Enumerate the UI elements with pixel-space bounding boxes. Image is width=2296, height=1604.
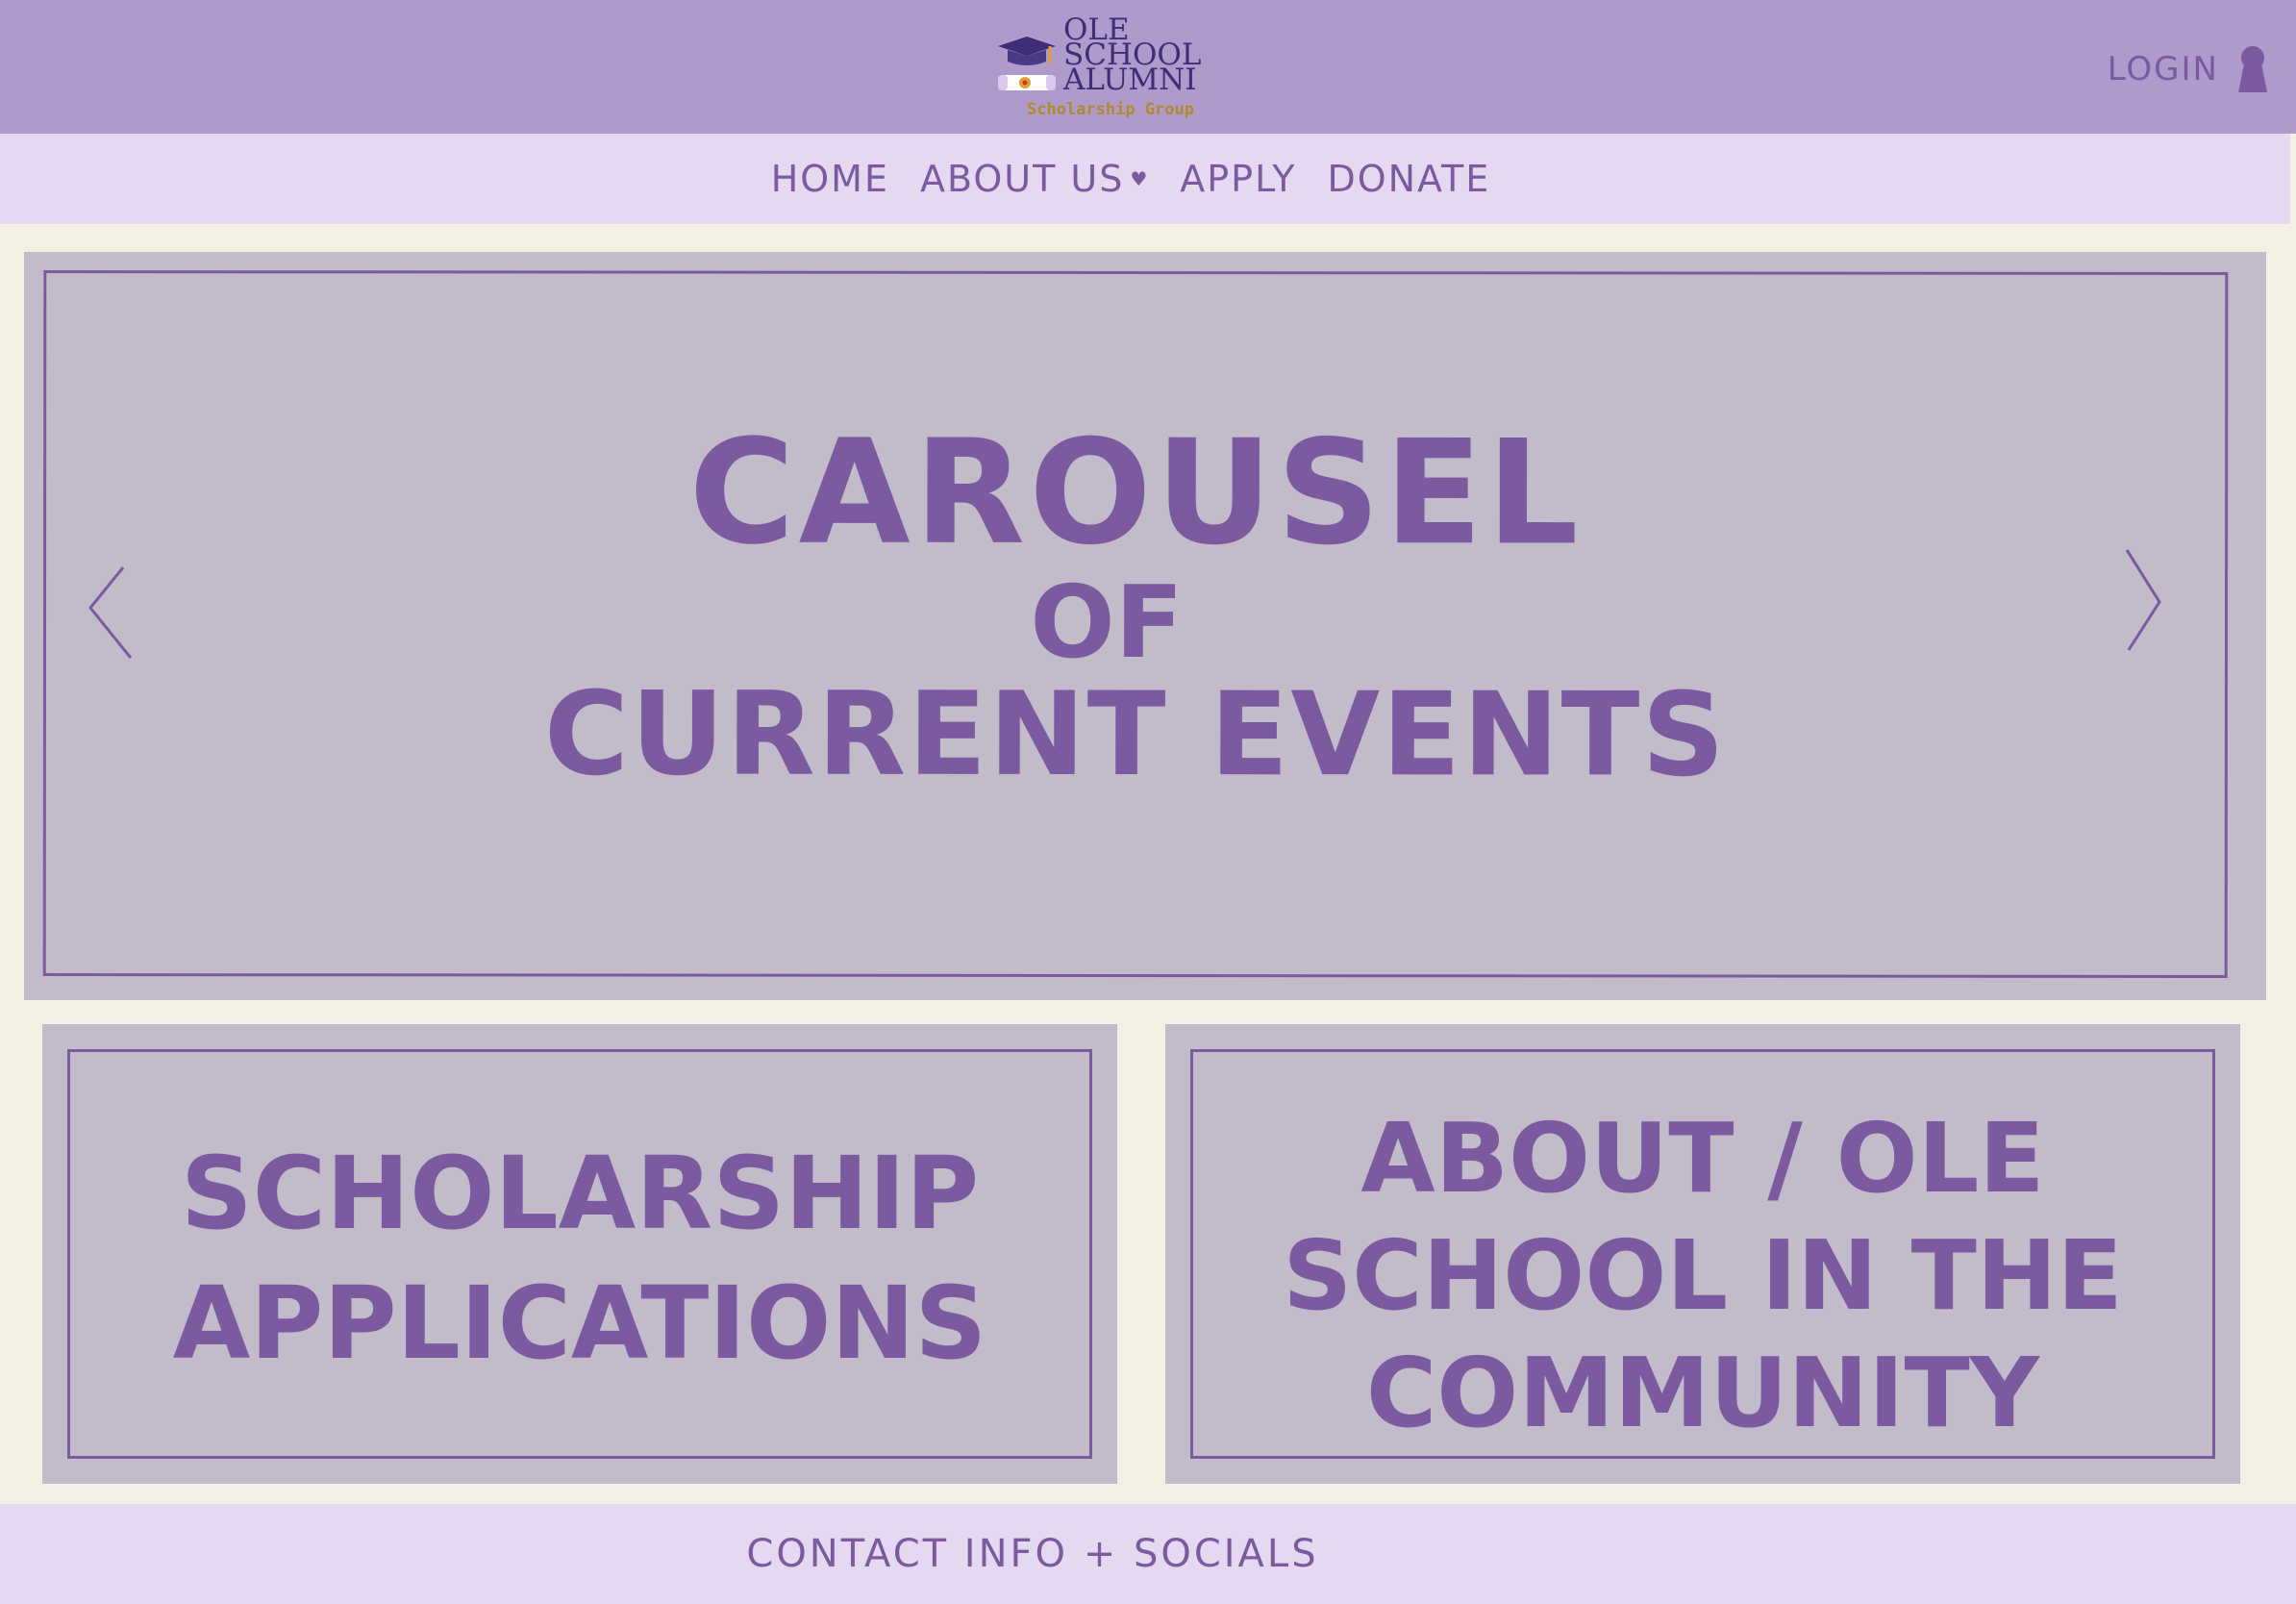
carousel-line-1: CAROUSEL — [688, 409, 1583, 578]
main-nav: HOME ABOUT US ♥ APPLY DONATE — [0, 134, 2290, 224]
logo-subtitle: Scholarship Group — [1027, 100, 1194, 119]
footer-contact-socials[interactable]: CONTACT INFO + SOCIALS — [746, 1532, 1318, 1576]
carousel-line-3: CURRENT EVENTS — [543, 667, 1727, 803]
site-footer: CONTACT INFO + SOCIALS — [0, 1504, 2296, 1604]
card-frame: SCHOLARSHIP APPLICATIONS — [67, 1049, 1092, 1459]
graduation-cap-diploma-icon — [998, 37, 1056, 90]
card-line-2: APPLICATIONS — [172, 1265, 987, 1383]
keyhole-icon — [2238, 46, 2267, 92]
card-frame: ABOUT / OLE SCHOOL IN THE COMMUNITY — [1190, 1049, 2215, 1459]
carousel-line-2: OF — [1030, 563, 1184, 681]
chevron-right-icon[interactable] — [2109, 546, 2167, 652]
scholarship-applications-card[interactable]: SCHOLARSHIP APPLICATIONS — [42, 1024, 1117, 1484]
carousel-title: CAROUSEL OF CURRENT EVENTS — [46, 409, 2225, 803]
card-line-1: ABOUT / OLE — [1360, 1102, 2045, 1215]
card-line-3: COMMUNITY — [1365, 1337, 2040, 1449]
site-header: OLE SCHOOL ALUMNI Scholarship Group LOGI… — [0, 0, 2296, 134]
nav-apply[interactable]: APPLY — [1180, 158, 1296, 200]
about-community-card[interactable]: ABOUT / OLE SCHOOL IN THE COMMUNITY — [1165, 1024, 2240, 1484]
chevron-left-icon[interactable] — [85, 562, 142, 667]
nav-about-us[interactable]: ABOUT US ♥ — [920, 158, 1149, 200]
nav-about-us-label: ABOUT US — [919, 158, 1125, 200]
carousel-frame: CAROUSEL OF CURRENT EVENTS — [42, 270, 2229, 978]
logo-line-3: ALUMNI — [1063, 63, 1197, 97]
card-line-2: SCHOOL IN THE — [1283, 1219, 2123, 1332]
events-carousel[interactable]: CAROUSEL OF CURRENT EVENTS — [24, 252, 2266, 1000]
card-title: ABOUT / OLE SCHOOL IN THE COMMUNITY — [1193, 1100, 2212, 1452]
nav-donate[interactable]: DONATE — [1327, 158, 1490, 200]
site-logo[interactable]: OLE SCHOOL ALUMNI Scholarship Group — [994, 15, 1215, 123]
nav-donate-label: DONATE — [1327, 158, 1491, 200]
nav-home-label: HOME — [770, 158, 889, 200]
card-title: SCHOLARSHIP APPLICATIONS — [70, 1129, 1089, 1389]
heart-icon: ♥ — [1130, 167, 1150, 190]
card-line-1: SCHOLARSHIP — [180, 1135, 980, 1252]
login-label: LOGIN — [2107, 50, 2219, 88]
nav-home[interactable]: HOME — [771, 158, 889, 200]
login-button[interactable]: LOGIN — [2108, 42, 2271, 96]
nav-apply-label: APPLY — [1180, 158, 1297, 200]
